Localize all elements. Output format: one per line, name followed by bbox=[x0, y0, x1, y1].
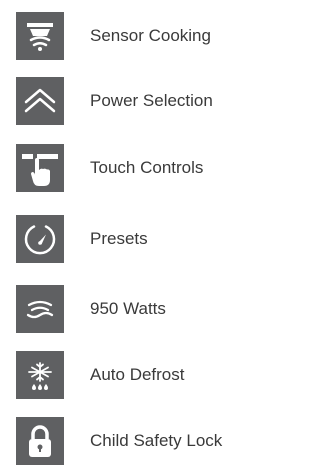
auto-defrost-icon bbox=[16, 351, 64, 399]
feature-label: Power Selection bbox=[90, 91, 213, 110]
feature-item-auto-defrost: Auto Defrost bbox=[16, 351, 185, 399]
feature-item-sensor-cooking: Sensor Cooking bbox=[16, 12, 211, 60]
feature-label: Touch Controls bbox=[90, 158, 204, 177]
child-safety-lock-icon bbox=[16, 417, 64, 465]
feature-label: Presets bbox=[90, 229, 148, 248]
sensor-cooking-icon bbox=[16, 12, 64, 60]
watts-icon bbox=[16, 285, 64, 333]
feature-item-power-selection: Power Selection bbox=[16, 77, 213, 125]
feature-item-child-safety-lock: Child Safety Lock bbox=[16, 417, 222, 465]
feature-item-950-watts: 950 Watts bbox=[16, 285, 166, 333]
feature-list: Sensor Cooking Power Selection Touch Con… bbox=[0, 0, 260, 473]
feature-item-touch-controls: Touch Controls bbox=[16, 144, 203, 192]
feature-item-presets: Presets bbox=[16, 215, 148, 263]
presets-icon bbox=[16, 215, 64, 263]
touch-controls-icon bbox=[16, 144, 64, 192]
feature-label: 950 Watts bbox=[90, 299, 166, 318]
power-selection-icon bbox=[16, 77, 64, 125]
feature-label: Auto Defrost bbox=[90, 365, 185, 384]
feature-label: Sensor Cooking bbox=[90, 26, 211, 45]
feature-label: Child Safety Lock bbox=[90, 431, 223, 450]
